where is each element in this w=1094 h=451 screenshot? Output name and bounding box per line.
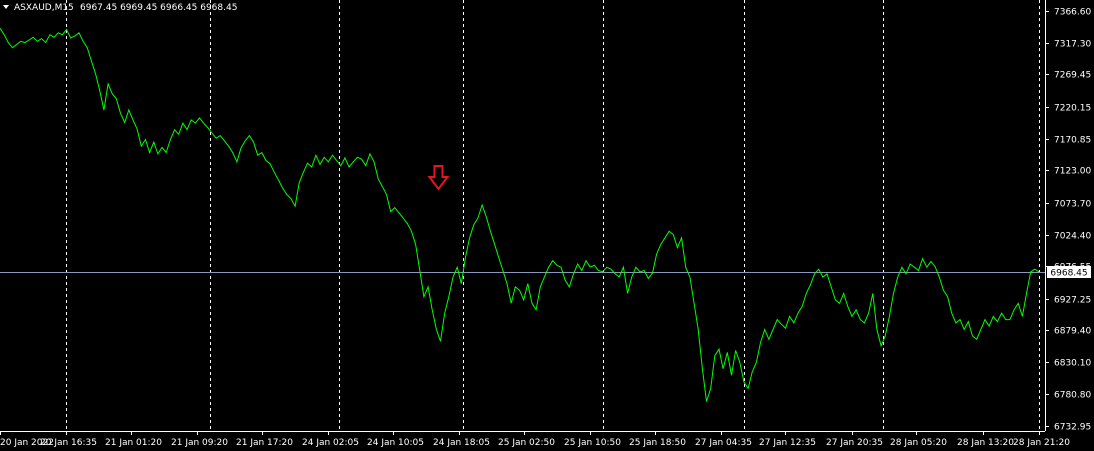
price-tick-label: 7366.60: [1054, 8, 1091, 18]
price-tick-label: 6732.95: [1054, 423, 1091, 433]
price-tick-label: 7073.70: [1054, 200, 1091, 210]
current-price-badge-text: 6968.45: [1050, 269, 1087, 279]
ohlc-label: 6967.45 6969.45 6966.45 6968.45: [80, 3, 237, 13]
symbol-label: ASXAUD,M15: [14, 3, 74, 13]
chart-header: ASXAUD,M15 6967.45 6969.45 6966.45 6968.…: [3, 3, 237, 13]
time-tick-label: 21 Jan 01:20: [105, 438, 162, 448]
time-tick-label: 24 Jan 02:05: [302, 438, 359, 448]
chart-background: [0, 0, 1094, 451]
time-tick-label: 28 Jan 21:20: [1013, 438, 1070, 448]
time-tick-label: 20 Jan 16:35: [40, 438, 97, 448]
price-chart[interactable]: 7366.60 7317.30 7269.45 7220.15 7170.85 7123.…: [0, 0, 1094, 451]
time-tick-label: 25 Jan 02:50: [498, 438, 555, 448]
time-tick-label: 27 Jan 20:35: [826, 438, 883, 448]
time-tick-label: 28 Jan 05:20: [890, 438, 947, 448]
time-tick-label: 25 Jan 10:50: [564, 438, 621, 448]
price-tick-label: 6780.80: [1054, 391, 1091, 401]
time-tick-label: 25 Jan 18:50: [629, 438, 686, 448]
price-tick-label: 6879.40: [1054, 327, 1091, 337]
time-tick-label: 21 Jan 17:20: [236, 438, 293, 448]
price-tick-label: 6927.25: [1054, 296, 1091, 306]
time-tick-label: 27 Jan 04:35: [695, 438, 752, 448]
time-tick-label: 24 Jan 10:05: [367, 438, 424, 448]
time-tick-label: 28 Jan 13:20: [957, 438, 1014, 448]
price-tick-label: 6830.10: [1054, 359, 1091, 369]
price-tick-label: 7220.15: [1054, 104, 1091, 114]
time-tick-label: 24 Jan 18:05: [433, 438, 490, 448]
price-tick-label: 7170.85: [1054, 136, 1091, 146]
price-tick-label: 7269.45: [1054, 71, 1091, 81]
time-tick-label: 21 Jan 09:20: [171, 438, 228, 448]
time-tick-label: 27 Jan 12:35: [759, 438, 816, 448]
price-tick-label: 7123.00: [1054, 167, 1091, 177]
price-tick-label: 7024.40: [1054, 232, 1091, 242]
current-price-badge: 6968.45: [1047, 266, 1091, 279]
price-tick-label: 7317.30: [1054, 40, 1091, 50]
